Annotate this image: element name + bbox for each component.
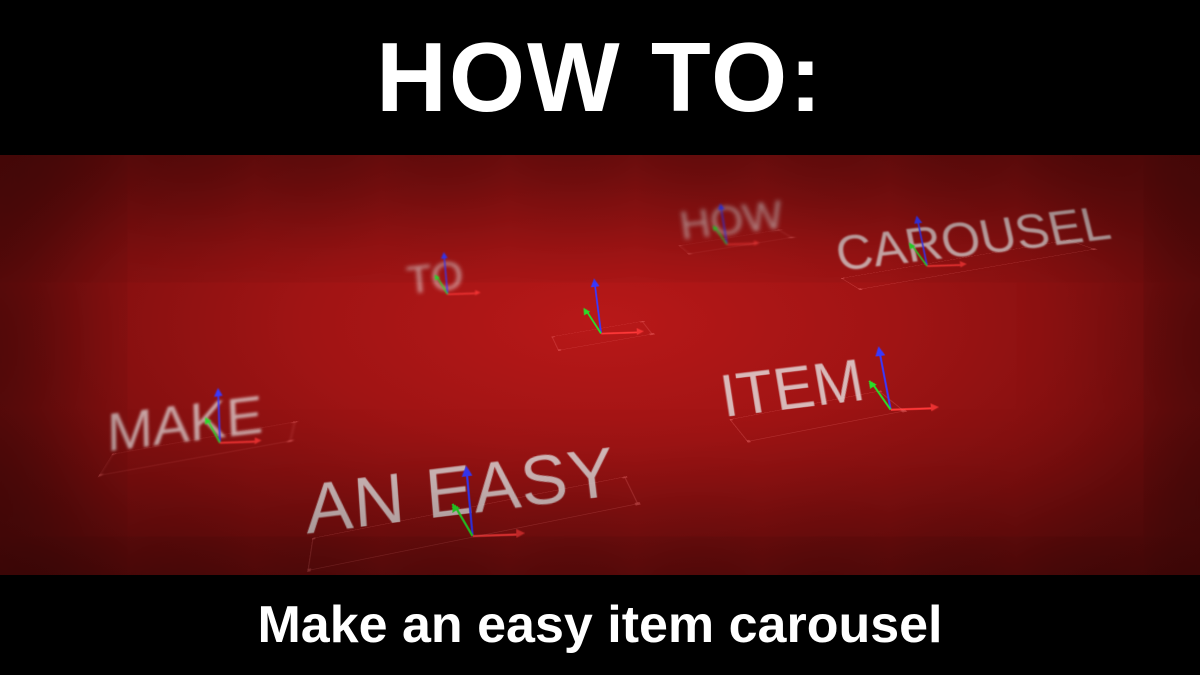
text-object-to[interactable]: TO <box>405 252 465 303</box>
page-title: HOW TO: <box>376 21 824 134</box>
transform-gizmo[interactable] <box>927 266 928 267</box>
header-bar: HOW TO: <box>0 0 1200 155</box>
page-subtitle: Make an easy item carousel <box>257 595 942 655</box>
viewport-3d[interactable]: HOW TO CAROUSEL MAKE ITEM AN EASY <box>0 155 1200 575</box>
bounding-box[interactable] <box>551 321 652 350</box>
footer-bar: Make an easy item carousel <box>0 575 1200 675</box>
scene-root: HOW TO CAROUSEL MAKE ITEM AN EASY <box>0 155 1200 575</box>
